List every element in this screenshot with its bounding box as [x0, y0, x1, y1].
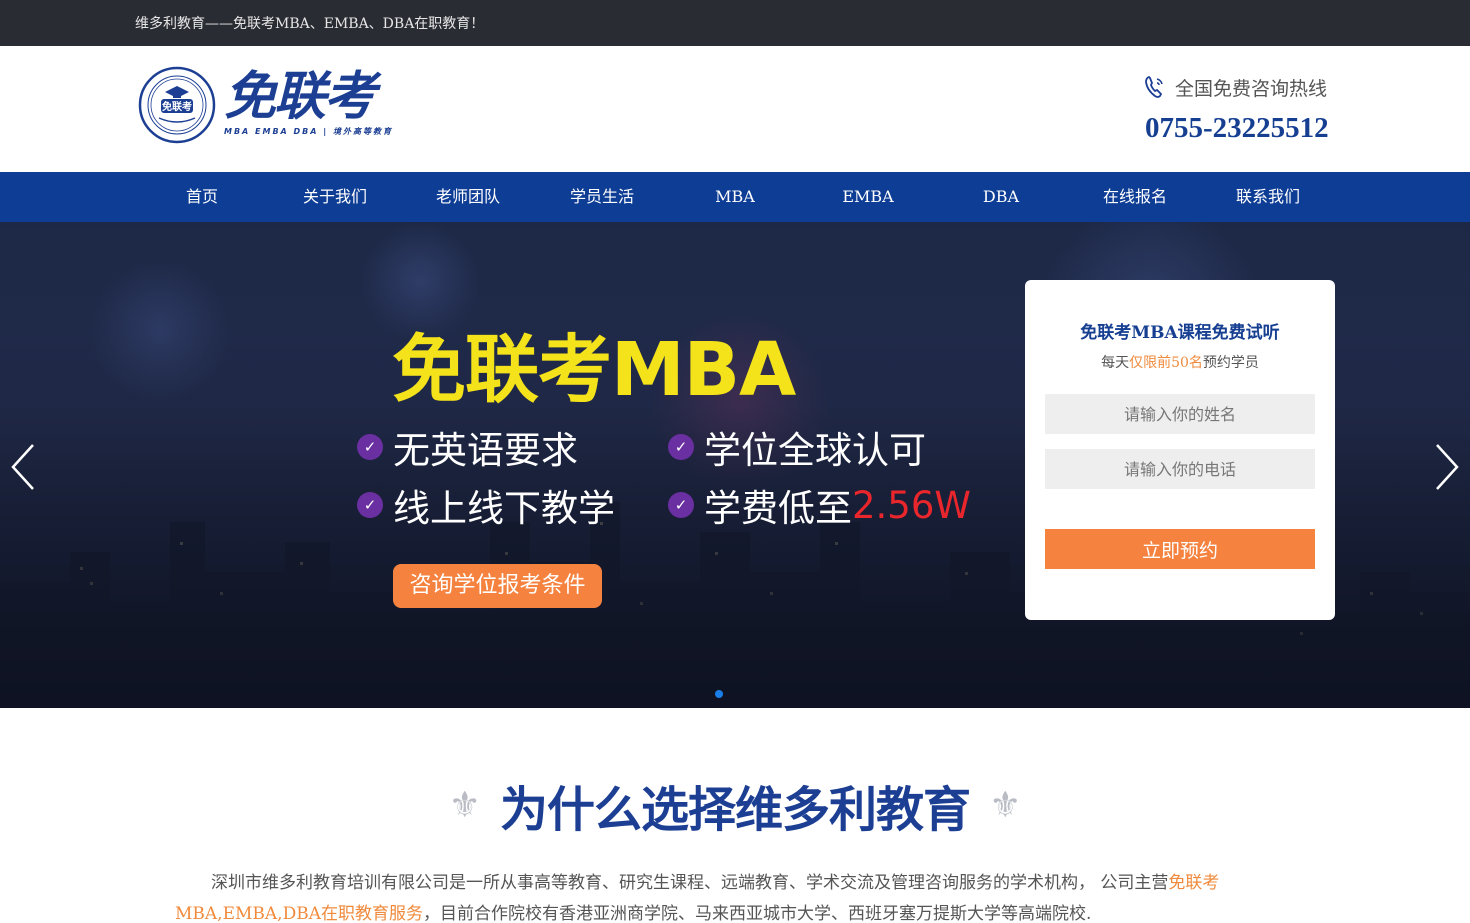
check-icon: ✓ [357, 492, 383, 518]
top-bar: 维多利教育——免联考MBA、EMBA、DBA在职教育！ [0, 0, 1470, 46]
check-icon: ✓ [668, 434, 694, 460]
feature-text: 学位全球认可 [704, 429, 926, 472]
nav-item-mba[interactable]: MBA [680, 172, 790, 222]
site-header: 免联考 免联考 MBA EMBA DBA | 境外高等教育 全国免费咨询热线 0… [0, 46, 1470, 172]
carousel-dots [715, 690, 723, 698]
hero-banner: 免联考MBA ✓ 无英语要求 ✓ 学位全球认可 ✓ 线上线下教学 ✓ 学费低至 2… [0, 222, 1470, 708]
hotline-number[interactable]: 0755-23225512 [1145, 112, 1329, 145]
nav-item-emba[interactable]: EMBA [813, 172, 923, 222]
banner-headline: 免联考MBA [392, 327, 796, 413]
reserve-button[interactable]: 立即预约 [1045, 529, 1315, 569]
form-subtitle: 每天仅限前50名预约学员 [1025, 352, 1335, 372]
check-icon: ✓ [668, 492, 694, 518]
form-subtitle-highlight: 仅限前50名 [1129, 355, 1203, 371]
logo-subtitle: MBA EMBA DBA | 境外高等教育 [224, 127, 393, 136]
logo-wordmark[interactable]: 免联考 [224, 64, 376, 130]
tuition-price-highlight: 2.56W [852, 483, 971, 527]
nav-item-dba[interactable]: DBA [946, 172, 1056, 222]
trial-signup-form: 免联考MBA课程免费试听 每天仅限前50名预约学员 立即预约 [1025, 280, 1335, 620]
phone-icon [1145, 75, 1163, 98]
topbar-slogan: 维多利教育——免联考MBA、EMBA、DBA在职教育！ [135, 16, 485, 32]
name-input[interactable] [1045, 394, 1315, 434]
next-slide-arrow-icon[interactable] [1432, 442, 1462, 492]
form-subtitle-suffix: 预约学员 [1202, 355, 1259, 371]
intro-text: ，目前合作院校有香港亚洲商学院、马来西亚城市大学、西班牙塞万提斯大学等高端院校. [422, 904, 1092, 923]
nav-item-teachers[interactable]: 老师团队 [413, 172, 523, 222]
form-subtitle-prefix: 每天 [1101, 355, 1130, 371]
why-choose-heading: ⚜ 为什么选择维多利教育 ⚜ [0, 770, 1470, 840]
feature-text: 无英语要求 [393, 429, 578, 472]
nav-item-student-life[interactable]: 学员生活 [547, 172, 657, 222]
feature-item: ✓ 线上线下教学 [357, 483, 615, 530]
form-title: 免联考MBA课程免费试听 [1080, 323, 1280, 343]
hotline-label: 全国免费咨询热线 [1175, 78, 1328, 100]
main-nav: 首页 关于我们 老师团队 学员生活 MBA EMBA DBA 在线报名 联系我们 [0, 172, 1470, 222]
nav-item-signup[interactable]: 在线报名 [1080, 172, 1190, 222]
svg-text:免联考: 免联考 [162, 100, 192, 113]
feature-item: ✓ 学位全球认可 [668, 425, 926, 472]
company-intro: 深圳市维多利教育培训有限公司是一所从事高等教育、研究生课程、远端教育、学术交流及… [175, 868, 1295, 923]
feature-text: 学费低至 [704, 487, 852, 530]
feature-item: ✓ 无英语要求 [357, 425, 578, 472]
phone-input[interactable] [1045, 449, 1315, 489]
feature-item: ✓ 学费低至 2.56W [668, 483, 971, 530]
carousel-dot-active[interactable] [715, 690, 723, 698]
nav-item-contact[interactable]: 联系我们 [1213, 172, 1323, 222]
logo-seal-icon[interactable]: 免联考 [137, 66, 217, 144]
section-title: 为什么选择维多利教育 [499, 782, 971, 838]
fleur-de-lis-icon: ⚜ [989, 784, 1022, 826]
feature-text: 线上线下教学 [393, 487, 615, 530]
check-icon: ✓ [357, 434, 383, 460]
consult-button[interactable]: 咨询学位报考条件 [393, 564, 602, 608]
fleur-de-lis-icon: ⚜ [448, 784, 481, 826]
nav-item-about[interactable]: 关于我们 [280, 172, 390, 222]
nav-item-home[interactable]: 首页 [147, 172, 257, 222]
intro-text: 深圳市维多利教育培训有限公司是一所从事高等教育、研究生课程、远端教育、学术交流及… [211, 873, 1169, 893]
prev-slide-arrow-icon[interactable] [8, 442, 38, 492]
